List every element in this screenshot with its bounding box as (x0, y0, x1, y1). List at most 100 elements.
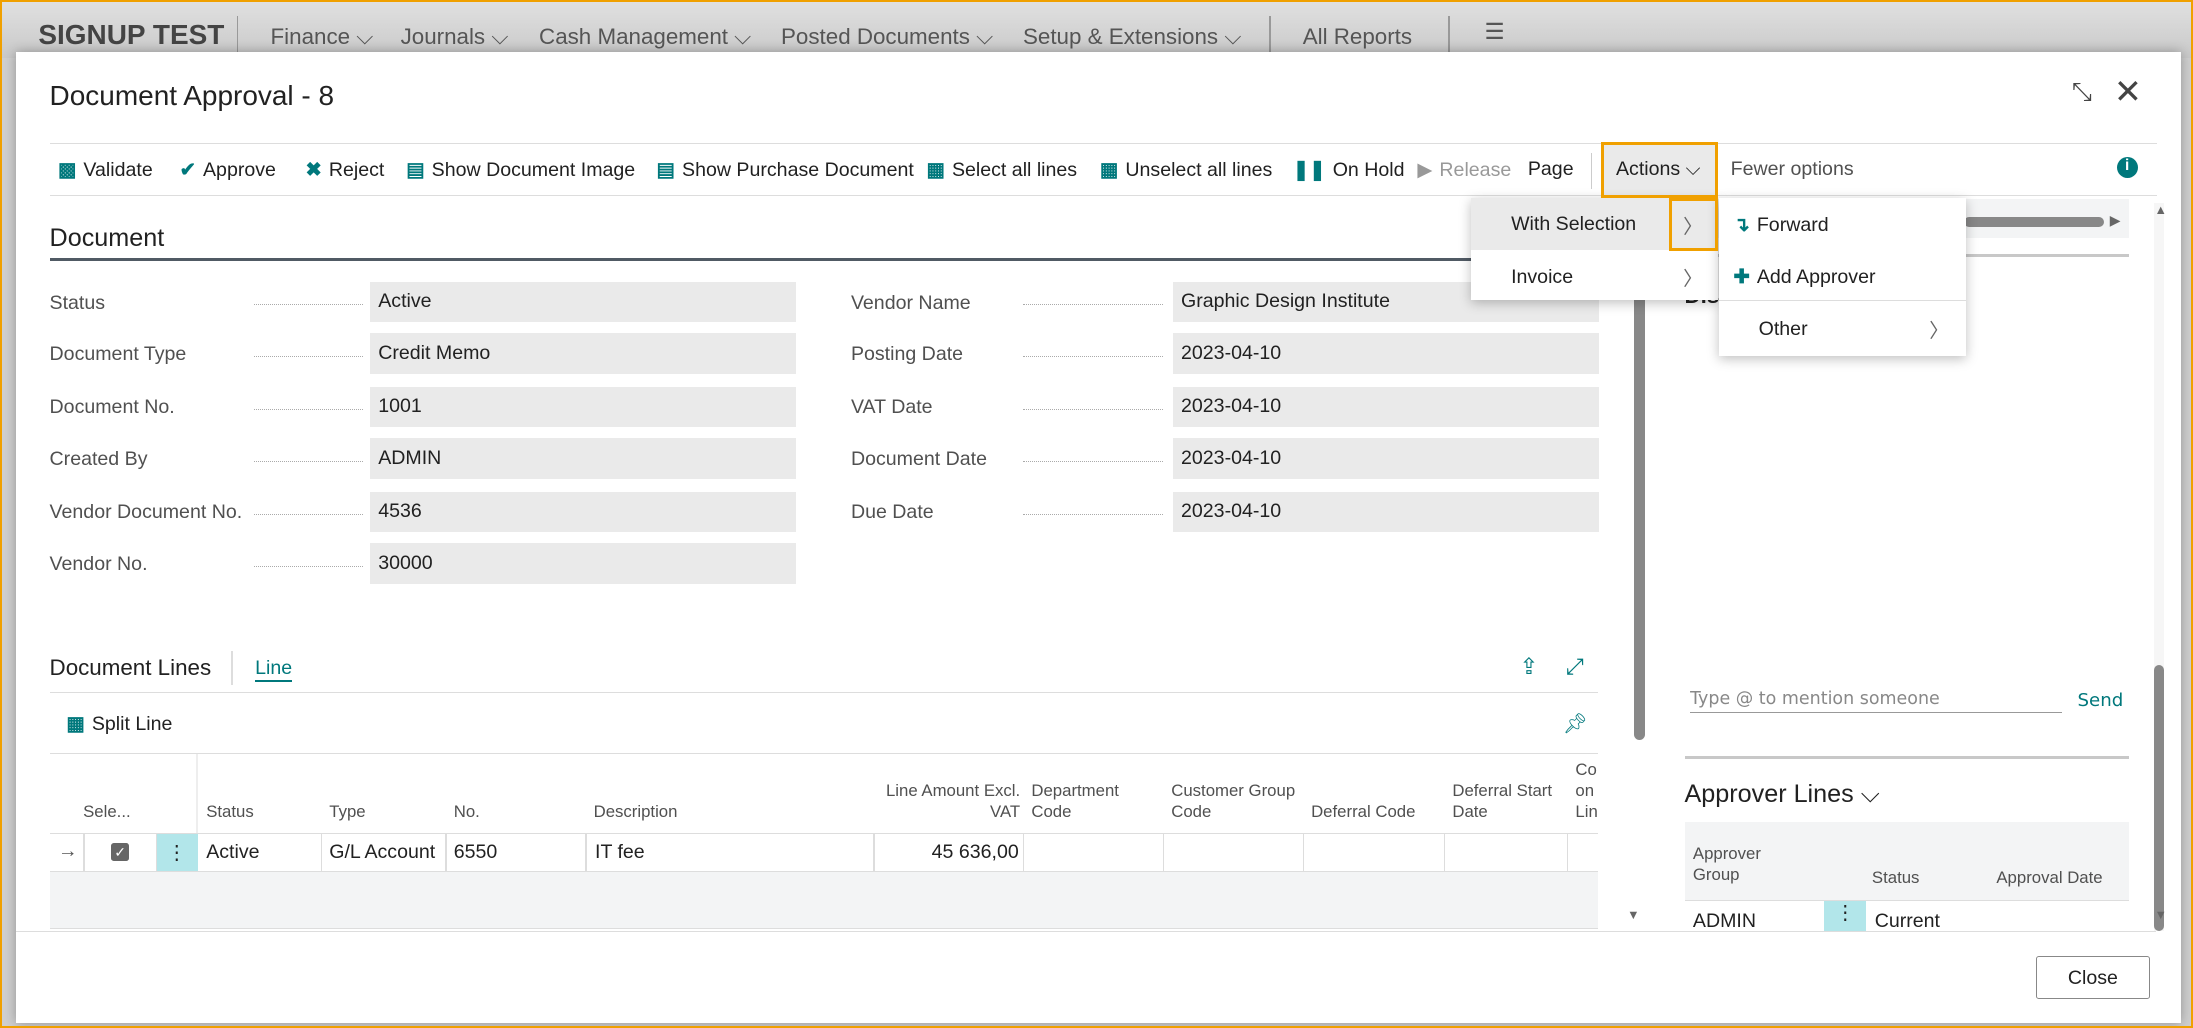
column-header[interactable]: No. (454, 802, 583, 823)
field-label: Posting Date (850, 343, 964, 366)
action-bar: ▩ Validate ✔ Approve ✖ Reject ▤ Show Documen… (49, 143, 2158, 197)
main-scroll-down-icon[interactable]: ▼ (1627, 908, 1639, 922)
row-select-checkbox[interactable]: ✓ (111, 842, 130, 861)
nav-cash-management[interactable]: Cash Management ⌵ (539, 24, 751, 50)
row-menu-icon[interactable]: ⋮ (1824, 901, 1867, 933)
field-label: Due Date (850, 501, 934, 524)
fewer-options-button[interactable]: Fewer options (1731, 158, 1854, 181)
field-label: Document Type (49, 343, 187, 366)
scroll-up-icon[interactable]: ▲ (2154, 203, 2166, 217)
menu-item-add-approver[interactable]: ✚ Add Approver (1733, 265, 1875, 289)
column-header[interactable]: Type (329, 802, 442, 823)
field-value[interactable]: Credit Memo (369, 333, 797, 374)
field-value[interactable]: 30000 (369, 543, 797, 584)
document-lines-heading: Document Lines (49, 655, 212, 681)
field-value[interactable]: 2023-04-10 (1172, 438, 1600, 479)
approver-row[interactable]: ADMIN ⋮ Current (1685, 901, 2130, 933)
cell-status[interactable]: Active (206, 841, 259, 864)
menu-item-invoice[interactable]: Invoice 〉 (1471, 250, 1719, 300)
column-status[interactable]: Status (1872, 868, 1920, 889)
cell-no[interactable]: 6550 (454, 841, 498, 864)
field-value[interactable]: 2023-04-10 (1172, 333, 1600, 374)
reject-button[interactable]: ✖ Reject (305, 158, 384, 182)
column-header[interactable]: Deferral Code (1311, 802, 1441, 823)
column-header[interactable]: Sele... (83, 802, 145, 823)
show-document-image-button[interactable]: ▤ Show Document Image (406, 158, 635, 182)
collapse-icon[interactable]: ⤡ (2072, 78, 2092, 108)
scroll-right-icon[interactable]: ▶ (2110, 212, 2121, 229)
pause-icon: ❚❚ (1292, 159, 1326, 182)
tab-line[interactable]: Line (255, 657, 293, 682)
menu-item-forward[interactable]: ↴ Forward (1733, 213, 1828, 237)
column-approver-group[interactable]: Approver Group (1693, 844, 1777, 886)
hamburger-menu-icon[interactable]: ☰ (1485, 19, 1505, 45)
expand-icon[interactable]: ⤢ (1566, 654, 1584, 680)
approver-lines-heading[interactable]: Approver Lines ⌵ (1685, 780, 1880, 810)
label-leader (253, 356, 363, 358)
nav-finance[interactable]: Finance ⌵ (271, 24, 374, 50)
show-purchase-document-button[interactable]: ▤ Show Purchase Document (657, 158, 914, 182)
page-menu-button[interactable]: Page (1528, 158, 1574, 181)
cell-line-amount[interactable]: 45 636,00 (873, 841, 1019, 864)
field-value[interactable]: 1001 (369, 386, 797, 428)
column-header[interactable]: Department Code (1031, 781, 1160, 823)
app-window: SIGNUP TEST Finance ⌵ Journals ⌵ Cash Ma… (0, 0, 2193, 1028)
approve-button[interactable]: ✔ Approve (180, 158, 276, 182)
send-button[interactable]: Send (2078, 690, 2124, 711)
nav-all-reports[interactable]: All Reports (1303, 24, 1412, 50)
split-line-button[interactable]: ▦ Split Line (66, 712, 172, 736)
field-value[interactable]: ADMIN (369, 438, 797, 479)
field-value[interactable]: 2023-04-10 (1172, 386, 1600, 428)
document-icon: ▤ (406, 159, 425, 182)
close-button[interactable]: Close (2035, 955, 2151, 1000)
column-header[interactable]: Status (206, 802, 318, 823)
select-lines-icon: ▦ (926, 159, 945, 182)
column-header[interactable]: Deferral Start Date (1452, 781, 1564, 823)
column-header[interactable]: Line Amount Excl. VAT (882, 781, 1020, 823)
check-icon: ✔ (179, 159, 197, 182)
company-name[interactable]: SIGNUP TEST (38, 19, 224, 51)
select-all-lines-button[interactable]: ▦ Select all lines (926, 158, 1077, 182)
with-selection-submenu: ↴ Forward ✚ Add Approver Other 〉 (1719, 197, 1966, 356)
column-header[interactable]: Description (594, 802, 871, 823)
release-button[interactable]: ▶ Release (1417, 158, 1511, 182)
field-value[interactable]: 4536 (369, 491, 797, 533)
pin-icon[interactable]: 📌︎ (1563, 712, 1588, 736)
split-line-icon: ▦ (66, 713, 85, 736)
field-label: Status (49, 291, 106, 314)
label-leader (253, 566, 363, 568)
row-menu-icon[interactable]: ⋮ (155, 834, 198, 871)
document-approval-dialog: Document Approval - 8 ⤡ ✕ ▩ Validate ✔ App… (15, 52, 2182, 1023)
label-leader (253, 514, 363, 516)
close-icon[interactable]: ✕ (2114, 72, 2142, 112)
play-icon: ▶ (1417, 159, 1433, 182)
cell-description[interactable]: IT fee (595, 841, 645, 864)
field-label: Document No. (49, 396, 175, 419)
forward-arrow-icon: ↴ (1733, 214, 1750, 237)
x-icon: ✖ (305, 159, 322, 182)
column-header[interactable]: Customer Group Code (1171, 781, 1300, 823)
nav-journals[interactable]: Journals ⌵ (401, 24, 509, 50)
page-title: Document Approval - 8 (49, 80, 335, 112)
share-icon[interactable]: ⇪ (1519, 654, 1538, 680)
side-scrollbar[interactable] (2154, 664, 2165, 931)
scroll-down-icon[interactable]: ▼ (2154, 908, 2166, 922)
info-icon[interactable]: i (2116, 156, 2138, 178)
document-section-heading: Document (49, 224, 165, 253)
unselect-all-lines-button[interactable]: ▦ Unselect all lines (1100, 158, 1272, 182)
column-approval-date[interactable]: Approval Date (1996, 868, 2102, 889)
field-value[interactable]: Active (369, 281, 797, 323)
table-row[interactable] (50, 834, 1598, 870)
factbox-scroll[interactable] (1964, 217, 2105, 228)
column-header[interactable]: Co on Lin (1575, 760, 1597, 823)
cell-type[interactable]: G/L Account (329, 841, 435, 864)
nav-posted-documents[interactable]: Posted Documents ⌵ (781, 24, 993, 50)
nav-setup-extensions[interactable]: Setup & Extensions ⌵ (1023, 24, 1241, 50)
field-value[interactable]: 2023-04-10 (1172, 491, 1600, 533)
on-hold-button[interactable]: ❚❚ On Hold (1293, 158, 1405, 182)
comment-input[interactable]: Type @ to mention someone (1690, 689, 2063, 713)
validate-button[interactable]: ▩ Validate (58, 158, 153, 182)
chevron-right-icon: 〉 (1683, 268, 1703, 291)
menu-item-other[interactable]: Other 〉 (1719, 301, 1965, 356)
top-nav-bar: SIGNUP TEST Finance ⌵ Journals ⌵ Cash Ma… (2, 2, 2192, 58)
